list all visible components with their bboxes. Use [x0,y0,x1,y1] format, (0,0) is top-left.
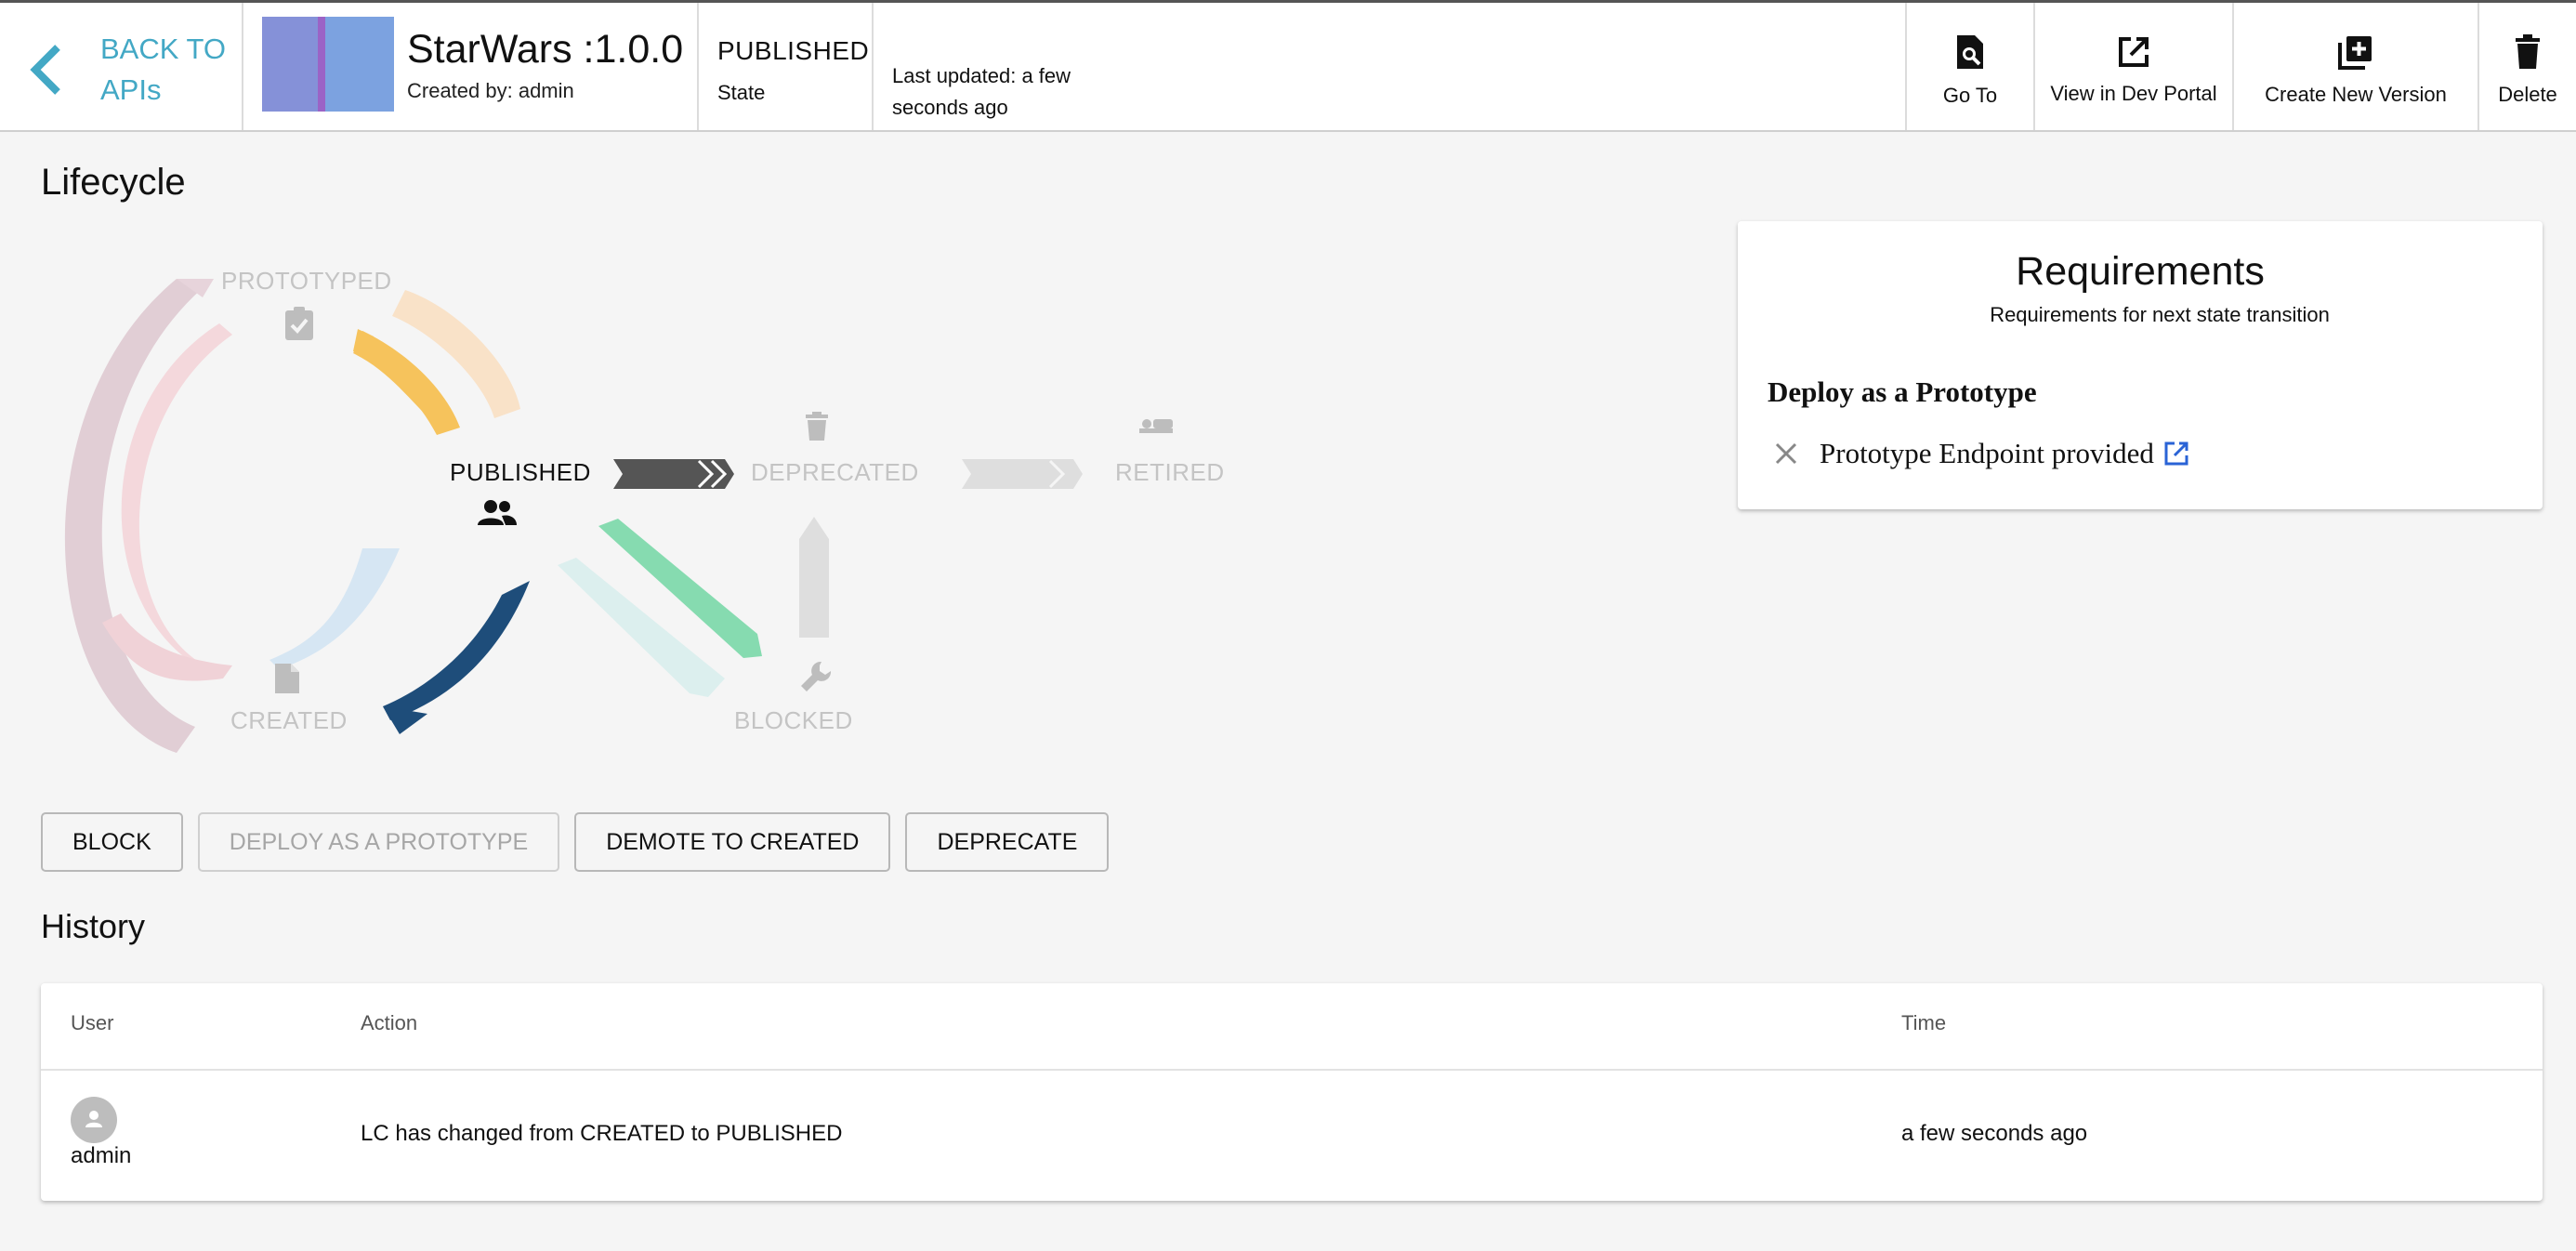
state-blocked: BLOCKED [734,706,853,734]
state-info: PUBLISHED State [699,3,874,130]
close-icon [1775,442,1797,465]
trash-icon [2516,33,2540,69]
column-header-time: Time [1901,1011,1947,1034]
person-icon [85,1111,102,1127]
requirements-title: Requirements [2016,249,2265,294]
api-thumbnail [262,17,394,112]
column-header-action: Action [361,1011,418,1034]
create-new-version-button[interactable]: Create New Version [2234,3,2479,130]
last-updated: Last updated: a few seconds ago [874,3,1907,130]
demote-to-created-button[interactable]: DEMOTE TO CREATED [574,812,891,872]
arrow-blocked-to-deprecated [799,517,829,638]
avatar [71,1097,117,1143]
created-by: Created by: admin [407,79,574,102]
api-title: StarWars :1.0.0 [407,27,684,72]
back-to-apis-button[interactable]: BACK TO APIs [0,3,243,130]
go-to-label: Go To [1942,83,1998,107]
requirements-heading: Deploy as a Prototype [1768,375,2037,408]
api-info: StarWars :1.0.0 Created by: admin [243,3,699,130]
deploy-as-prototype-button[interactable]: DEPLOY AS A PROTOTYPE [197,812,560,872]
delete-button[interactable]: Delete [2479,3,2576,130]
arc-created-to-published-faded [269,548,400,669]
view-in-dev-portal-label: View in Dev Portal [2050,81,2217,105]
state-value: PUBLISHED [717,36,870,65]
search-doc-icon [1957,34,1983,69]
requirements-card: Requirements Requirements for next state… [1738,221,2543,509]
arrow-published-to-blocked [598,519,762,658]
back-label: BACK TO APIs [100,33,226,106]
bed-icon [1139,419,1173,433]
history-heading: History [41,907,146,945]
state-prototyped: PROTOTYPED [221,267,392,295]
library-add-icon [2338,35,2372,70]
clipboard-check-icon [285,307,313,340]
trash-faded-icon [806,412,828,441]
history-user: admin [71,1143,132,1168]
last-updated-text: Last updated: a few seconds ago [892,64,1071,119]
arc-published-to-created [383,581,530,720]
create-new-version-label: Create New Version [2265,82,2447,106]
delete-label: Delete [2498,82,2557,106]
block-button[interactable]: BLOCK [41,812,183,872]
column-header-user: User [71,1011,114,1034]
external-link-icon[interactable] [2163,441,2189,467]
header-divider [41,1069,2543,1071]
arrow-blocked-to-published-faded [558,558,725,697]
lifecycle-actions: BLOCK DEPLOY AS A PROTOTYPE DEMOTE TO CR… [41,812,1110,872]
wrench-icon [801,661,832,691]
history-table: User Action Time admin LC has changed fr… [41,983,2543,1201]
requirements-subtitle: Requirements for next state transition [1990,303,2330,326]
requirement-label: Prototype Endpoint provided [1820,437,2154,469]
external-link-icon [2119,36,2149,67]
state-label: State [717,81,766,104]
history-action: LC has changed from CREATED to PUBLISHED [361,1121,843,1146]
go-to-button[interactable]: Go To [1907,3,2035,130]
top-bar: BACK TO APIs StarWars :1.0.0 Created by:… [0,0,2576,132]
document-icon [275,664,299,693]
state-created: CREATED [230,706,348,734]
state-retired: RETIRED [1115,458,1225,486]
lifecycle-heading: Lifecycle [41,162,186,203]
state-deprecated: DEPRECATED [751,458,919,486]
chevron-left-icon [30,45,60,95]
history-time: a few seconds ago [1901,1121,2088,1146]
state-published: PUBLISHED [450,458,591,486]
requirement-item: Prototype Endpoint provided [1773,437,2189,470]
arc-prototyped-to-created [121,323,232,678]
view-in-dev-portal-button[interactable]: View in Dev Portal [2035,3,2234,130]
deprecate-button[interactable]: DEPRECATE [905,812,1110,872]
people-icon [478,500,517,525]
